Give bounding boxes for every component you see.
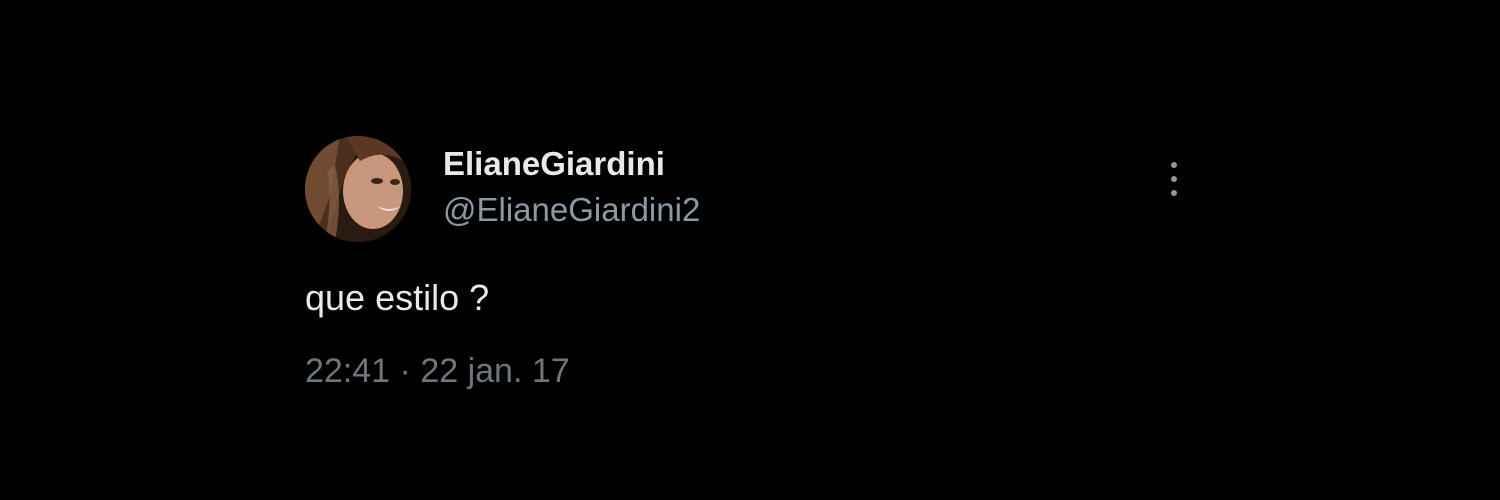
timestamp-separator: · — [399, 352, 411, 390]
tweet-card: ElianeGiardini @ElianeGiardini2 que esti… — [0, 0, 1500, 500]
avatar-photo — [305, 136, 411, 242]
tweet-date: 22 jan. 17 — [420, 352, 570, 390]
display-name[interactable]: ElianeGiardini — [443, 144, 665, 184]
tweet-text: que estilo ? — [305, 277, 490, 318]
vertical-ellipsis-icon[interactable] — [1160, 158, 1188, 200]
tweet-time: 22:41 — [305, 352, 391, 390]
avatar[interactable] — [305, 136, 411, 242]
tweet-timestamp[interactable]: 22:41 · 22 jan. 17 — [305, 350, 570, 392]
user-handle[interactable]: @ElianeGiardini2 — [443, 190, 700, 230]
